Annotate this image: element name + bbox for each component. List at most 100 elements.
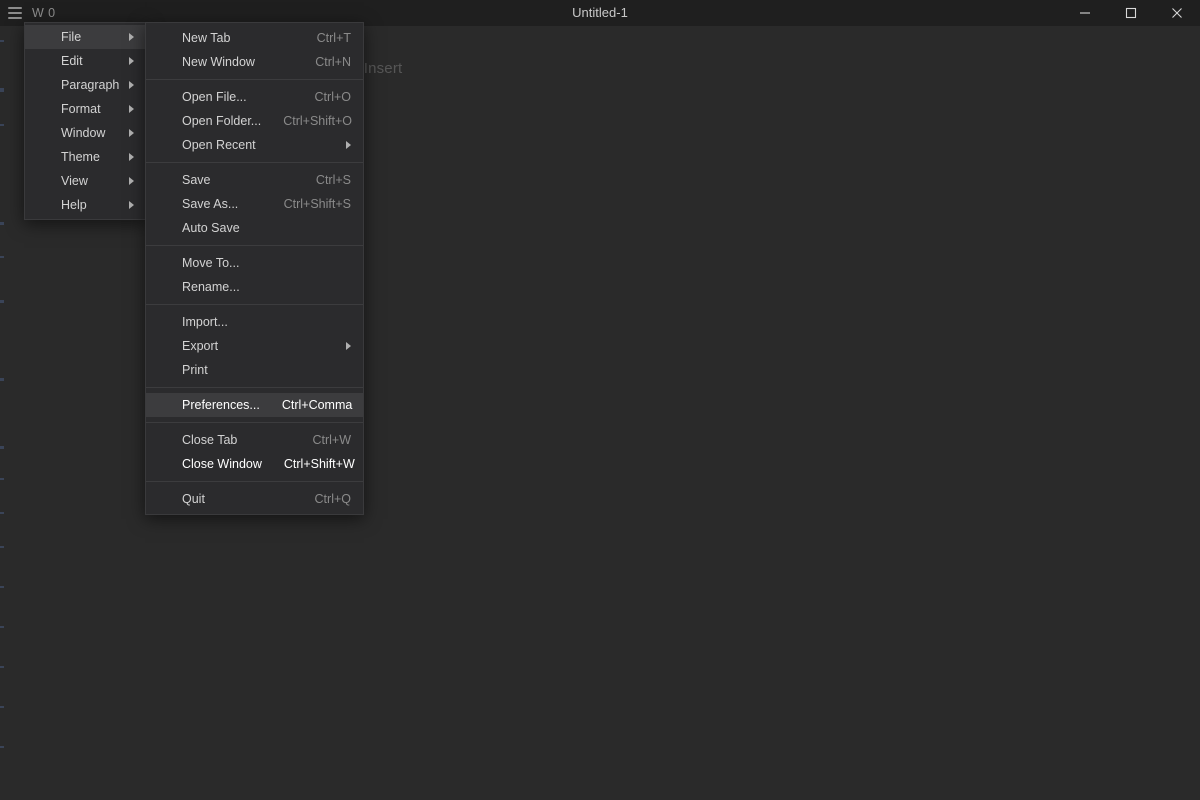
file-menu-item-open-file[interactable]: Open File... Ctrl+O — [146, 85, 363, 109]
menu-item-shortcut: Ctrl+Comma — [281, 398, 353, 412]
menu-item-window[interactable]: Window — [25, 121, 146, 145]
file-menu-item-new-tab[interactable]: New Tab Ctrl+T — [146, 26, 363, 50]
chevron-right-icon — [129, 81, 134, 89]
close-button[interactable] — [1154, 0, 1200, 26]
gutter-mark — [0, 706, 4, 708]
menu-item-label: Print — [182, 363, 208, 377]
file-menu-item-close-tab[interactable]: Close Tab Ctrl+W — [146, 428, 363, 452]
menu-item-label: New Window — [182, 55, 255, 69]
menu-item-shortcut: Ctrl+N — [315, 55, 351, 69]
file-menu-item-print[interactable]: Print — [146, 358, 363, 382]
menu-item-shortcut: Ctrl+S — [315, 173, 351, 187]
menu-item-file[interactable]: File — [25, 25, 146, 49]
gutter-mark — [0, 447, 4, 449]
gutter-mark — [0, 223, 4, 225]
file-menu-item-auto-save[interactable]: Auto Save — [146, 216, 363, 240]
gutter-mark — [0, 40, 4, 42]
menu-item-label: Close Tab — [182, 433, 238, 447]
menu-item-label: Export — [182, 339, 219, 353]
gutter-mark — [0, 546, 4, 548]
maximize-button[interactable] — [1108, 0, 1154, 26]
chevron-right-icon — [129, 201, 134, 209]
gutter-mark — [0, 512, 4, 514]
menu-item-shortcut: Ctrl+Shift+S — [283, 197, 351, 211]
menu-item-label: Paragraph — [61, 78, 120, 92]
file-menu-item-close-window[interactable]: Close Window Ctrl+Shift+W — [146, 452, 363, 476]
menu-item-view[interactable]: View — [25, 169, 146, 193]
menu-item-label: Window — [61, 126, 106, 140]
menu-item-label: Move To... — [182, 256, 240, 270]
menu-item-label: Import... — [182, 315, 228, 329]
menu-item-label: Rename... — [182, 280, 240, 294]
gutter-mark — [0, 90, 4, 92]
document-label: W 0 — [32, 6, 56, 20]
minimize-button[interactable] — [1062, 0, 1108, 26]
chevron-right-icon — [129, 153, 134, 161]
menu-item-label: Auto Save — [182, 221, 240, 235]
menu-item-paragraph[interactable]: Paragraph — [25, 73, 146, 97]
menu-item-label: Help — [61, 198, 87, 212]
gutter-mark — [0, 586, 4, 588]
menu-item-shortcut: Ctrl+T — [316, 31, 351, 45]
file-menu-item-save[interactable]: Save Ctrl+S — [146, 168, 363, 192]
menu-separator — [146, 79, 363, 80]
menu-item-shortcut: Ctrl+Q — [314, 492, 351, 506]
chevron-right-icon — [129, 177, 134, 185]
file-menu-item-move-to[interactable]: Move To... — [146, 251, 363, 275]
app-window: W 0 Untitled-1 Insert File Edit Paragrap… — [0, 0, 1200, 800]
chevron-right-icon — [346, 342, 351, 350]
menu-separator — [146, 245, 363, 246]
menu-separator — [146, 422, 363, 423]
file-menu-item-save-as[interactable]: Save As... Ctrl+Shift+S — [146, 192, 363, 216]
chevron-right-icon — [346, 141, 351, 149]
gutter-mark — [0, 379, 4, 381]
file-menu-item-preferences[interactable]: Preferences... Ctrl+Comma — [146, 393, 363, 417]
menu-item-shortcut: Ctrl+Shift+W — [283, 457, 355, 471]
gutter-mark — [0, 746, 4, 748]
gutter-mark — [0, 478, 4, 480]
maximize-icon — [1125, 7, 1137, 19]
menu-item-format[interactable]: Format — [25, 97, 146, 121]
file-menu-item-new-window[interactable]: New Window Ctrl+N — [146, 50, 363, 74]
gutter-mark — [0, 124, 4, 126]
gutter-mark — [0, 301, 4, 303]
hamburger-menu-icon[interactable] — [8, 7, 22, 19]
menu-item-label: Preferences... — [182, 398, 260, 412]
file-menu-item-open-recent[interactable]: Open Recent — [146, 133, 363, 157]
menu-item-label: New Tab — [182, 31, 231, 45]
line-marker-gutter — [0, 26, 5, 800]
file-menu-item-import[interactable]: Import... — [146, 310, 363, 334]
menu-item-label: Theme — [61, 150, 100, 164]
menu-item-shortcut: Ctrl+W — [312, 433, 351, 447]
menu-item-label: Save As... — [182, 197, 239, 211]
chevron-right-icon — [129, 105, 134, 113]
window-controls — [1062, 0, 1200, 26]
file-menu-item-rename[interactable]: Rename... — [146, 275, 363, 299]
file-menu-item-quit[interactable]: Quit Ctrl+Q — [146, 487, 363, 511]
menu-item-theme[interactable]: Theme — [25, 145, 146, 169]
menu-item-shortcut: Ctrl+O — [314, 90, 351, 104]
close-icon — [1172, 8, 1182, 18]
file-menu-item-open-folder[interactable]: Open Folder... Ctrl+Shift+O — [146, 109, 363, 133]
menu-separator — [146, 304, 363, 305]
menu-item-label: Open File... — [182, 90, 247, 104]
menu-item-label: View — [61, 174, 88, 188]
file-submenu[interactable]: New Tab Ctrl+T New Window Ctrl+N Open File..… — [145, 22, 364, 515]
gutter-mark — [0, 626, 4, 628]
menu-item-edit[interactable]: Edit — [25, 49, 146, 73]
file-menu-item-export[interactable]: Export — [146, 334, 363, 358]
menu-item-label: Open Recent — [182, 138, 256, 152]
menu-separator — [146, 387, 363, 388]
menu-separator — [146, 481, 363, 482]
gutter-mark — [0, 256, 4, 258]
menu-item-label: Format — [61, 102, 101, 116]
menu-item-help[interactable]: Help — [25, 193, 146, 217]
chevron-right-icon — [129, 33, 134, 41]
gutter-mark — [0, 666, 4, 668]
chevron-right-icon — [129, 129, 134, 137]
menu-item-label: Edit — [61, 54, 83, 68]
menu-separator — [146, 162, 363, 163]
main-menu[interactable]: File Edit Paragraph Format Window Theme View He… — [24, 22, 147, 220]
minimize-icon — [1080, 12, 1090, 14]
chevron-right-icon — [129, 57, 134, 65]
